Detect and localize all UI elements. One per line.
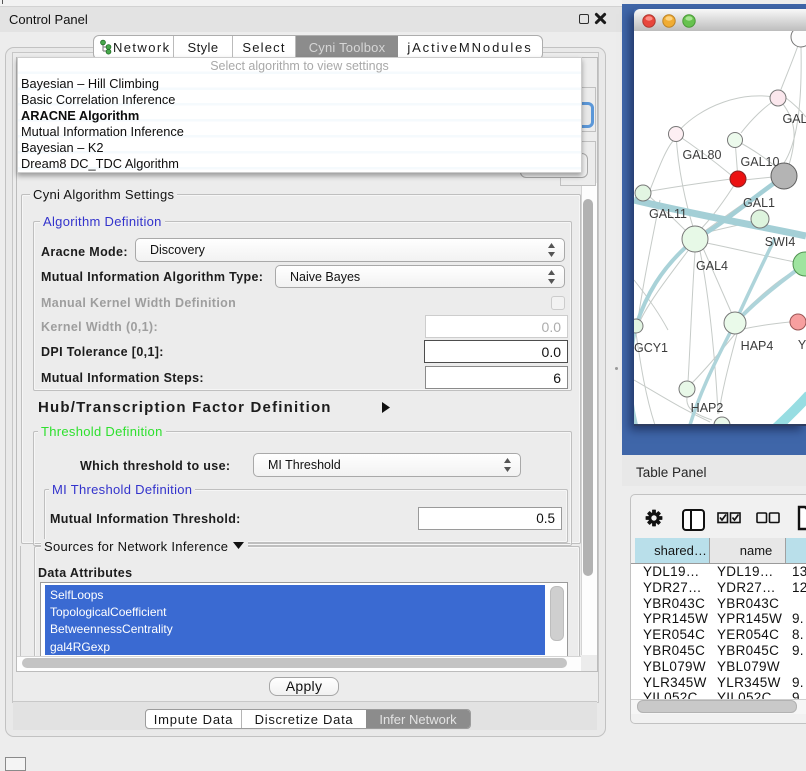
svg-text:GCY1: GCY1 [634,341,668,355]
svg-text:HAP2: HAP2 [691,401,724,415]
svg-text:GAL1: GAL1 [743,196,775,210]
svg-text:GAL10: GAL10 [741,155,780,169]
svg-text:GAL80: GAL80 [683,148,722,162]
svg-text:GAL4: GAL4 [696,259,728,273]
svg-text:GAL11: GAL11 [649,207,687,221]
svg-text:HAP4: HAP4 [741,339,774,353]
svg-text:Y: Y [798,338,806,352]
svg-text:GAL: GAL [782,112,806,126]
svg-text:SWI4: SWI4 [765,235,796,249]
